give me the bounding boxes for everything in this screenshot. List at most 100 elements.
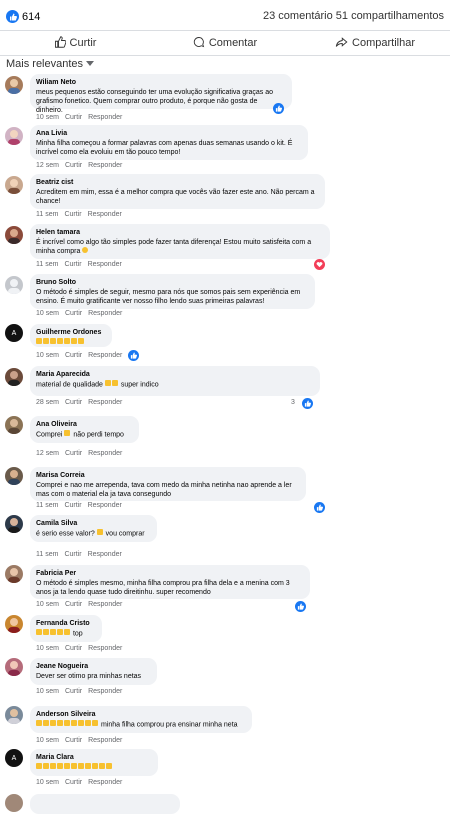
comment-reply-link[interactable]: Responder [88, 261, 122, 268]
comment-author[interactable]: Bruno Solto [36, 278, 309, 287]
comment-reply-link[interactable]: Responder [88, 310, 122, 317]
comment-reply-link[interactable]: Responder [88, 211, 122, 218]
comment-meta: 10 sem Curtir Responder [36, 688, 128, 695]
comment-like-link[interactable]: Curtir [64, 502, 81, 509]
avatar[interactable] [5, 176, 23, 194]
avatar[interactable] [5, 515, 23, 533]
comment-author[interactable]: Beatriz cist [36, 178, 319, 187]
like-reaction-icon[interactable] [302, 398, 313, 409]
comment-like-link[interactable]: Curtir [64, 211, 81, 218]
comment-meta: 10 sem Curtir Responder [36, 310, 128, 317]
comment-author[interactable]: Fernanda Cristo [36, 619, 96, 628]
comment-author[interactable]: Maria Clara [36, 753, 152, 762]
comment-bubble [30, 794, 180, 814]
comment-reply-link[interactable]: Responder [88, 450, 122, 457]
comment-author[interactable]: Fabricia Per [36, 569, 304, 578]
comment-bubble: Camila Silva é serio esse valor? vou com… [30, 515, 157, 542]
comment-meta: 11 sem Curtir Responder [36, 261, 128, 268]
comment-text: Comprei não perdi tempo [36, 430, 133, 439]
comment-text [36, 763, 152, 772]
comment-author[interactable]: Jeane Nogueira [36, 662, 151, 671]
comment-like-link[interactable]: Curtir [65, 114, 82, 121]
comment-like-link[interactable]: Curtir [65, 737, 82, 744]
comment-like-link[interactable]: Curtir [65, 162, 82, 169]
like-button[interactable]: Curtir [0, 31, 150, 55]
comment-reply-link[interactable]: Responder [88, 352, 122, 359]
comment-reply-link[interactable]: Responder [88, 601, 122, 608]
comment-author[interactable]: Marisa Correia [36, 471, 300, 480]
comment-like-link[interactable]: Curtir [64, 261, 81, 268]
avatar[interactable]: A [5, 324, 23, 342]
comment-like-link[interactable]: Curtir [65, 688, 82, 695]
comment-text-after: top [72, 630, 83, 638]
comment-reply-link[interactable]: Responder [88, 688, 122, 695]
comment-text: É incrível como algo tão simples pode fa… [36, 238, 324, 256]
avatar[interactable] [5, 658, 23, 676]
comment-reply-link[interactable]: Responder [88, 162, 122, 169]
comment-like-link[interactable]: Curtir [65, 450, 82, 457]
comment-button-label: Comentar [208, 37, 258, 49]
avatar[interactable] [5, 416, 23, 434]
comment-reply-link[interactable]: Responder [88, 551, 122, 558]
comment-text: O método é simples de seguir, mesmo para… [36, 289, 301, 305]
comment-like-link[interactable]: Curtir [65, 779, 82, 786]
avatar[interactable] [5, 226, 23, 244]
comment-like-link[interactable]: Curtir [65, 352, 82, 359]
comment-time: 12 sem [36, 450, 59, 457]
comment-like-link[interactable]: Curtir [65, 645, 82, 652]
avatar[interactable] [5, 127, 23, 145]
comment-bubble: Marisa Correia Comprei e nao me arrepend… [30, 467, 306, 501]
reaction-count: 3 [291, 399, 295, 406]
comment-author[interactable]: Ana Livia [36, 129, 302, 138]
comment-reply-link[interactable]: Responder [88, 779, 122, 786]
avatar[interactable] [5, 467, 23, 485]
comment-bubble: Beatriz cist Acreditem em mim, essa é a … [30, 174, 325, 209]
comment-sort-dropdown[interactable]: Mais relevantes [6, 58, 95, 70]
comment-reply-link[interactable]: Responder [88, 737, 122, 744]
comment-time: 28 sem [36, 399, 59, 406]
comment-button[interactable]: Comentar [150, 31, 300, 55]
avatar[interactable] [5, 76, 23, 94]
comment-author[interactable]: Camila Silva [36, 519, 151, 528]
comment-reply-link[interactable]: Responder [88, 502, 122, 509]
avatar[interactable] [5, 615, 23, 633]
comment-like-link[interactable]: Curtir [65, 310, 82, 317]
avatar[interactable] [5, 368, 23, 386]
comment-time: 10 sem [36, 601, 59, 608]
share-button[interactable]: Compartilhar [300, 31, 450, 55]
comment-like-link[interactable]: Curtir [65, 601, 82, 608]
avatar[interactable] [5, 276, 23, 294]
comment-bubble: Anderson Silveira minha filha comprou pr… [30, 706, 252, 733]
comment-text-main: É incrível como algo tão simples pode fa… [36, 239, 312, 255]
comments-shares-count[interactable]: 23 comentário 51 compartilhamentos [263, 10, 444, 22]
comment-like-link[interactable]: Curtir [65, 399, 82, 406]
comment-time: 12 sem [36, 162, 59, 169]
comment-author[interactable]: Guilherme Ordones [36, 328, 106, 337]
likes-summary[interactable]: 614 [6, 10, 40, 23]
comment-author[interactable]: Maria Aparecida [36, 370, 314, 379]
heart-reaction-icon[interactable] [314, 259, 325, 270]
comment-time: 10 sem [36, 352, 59, 359]
comment-like-link[interactable]: Curtir [64, 551, 81, 558]
avatar[interactable]: A [5, 749, 23, 767]
like-reaction-icon[interactable] [273, 103, 284, 114]
comment-bubble: Fabricia Per O método é simples mesmo, m… [30, 565, 310, 599]
comment-author[interactable]: Wiliam Neto [36, 78, 286, 87]
avatar[interactable] [5, 794, 23, 812]
comment-reply-link[interactable]: Responder [88, 399, 122, 406]
comment-author[interactable]: Helen tamara [36, 228, 324, 237]
comment-author[interactable]: Anderson Silveira [36, 710, 246, 719]
comment-author[interactable]: Ana Oliveira [36, 420, 133, 429]
avatar[interactable] [5, 565, 23, 583]
like-reaction-icon[interactable] [128, 350, 139, 361]
comment-reply-link[interactable]: Responder [88, 114, 122, 121]
like-reaction-icon[interactable] [295, 601, 306, 612]
comment-text: Dever ser otimo pra minhas netas [36, 673, 142, 680]
share-button-label: Compartilhar [352, 37, 415, 49]
sort-label: Mais relevantes [6, 58, 84, 70]
avatar[interactable] [5, 706, 23, 724]
like-reaction-icon[interactable] [314, 502, 325, 513]
comment-text-after: não perdi tempo [73, 431, 124, 439]
comment-meta: 10 sem Curtir Responder [36, 352, 128, 359]
comment-reply-link[interactable]: Responder [88, 645, 122, 652]
